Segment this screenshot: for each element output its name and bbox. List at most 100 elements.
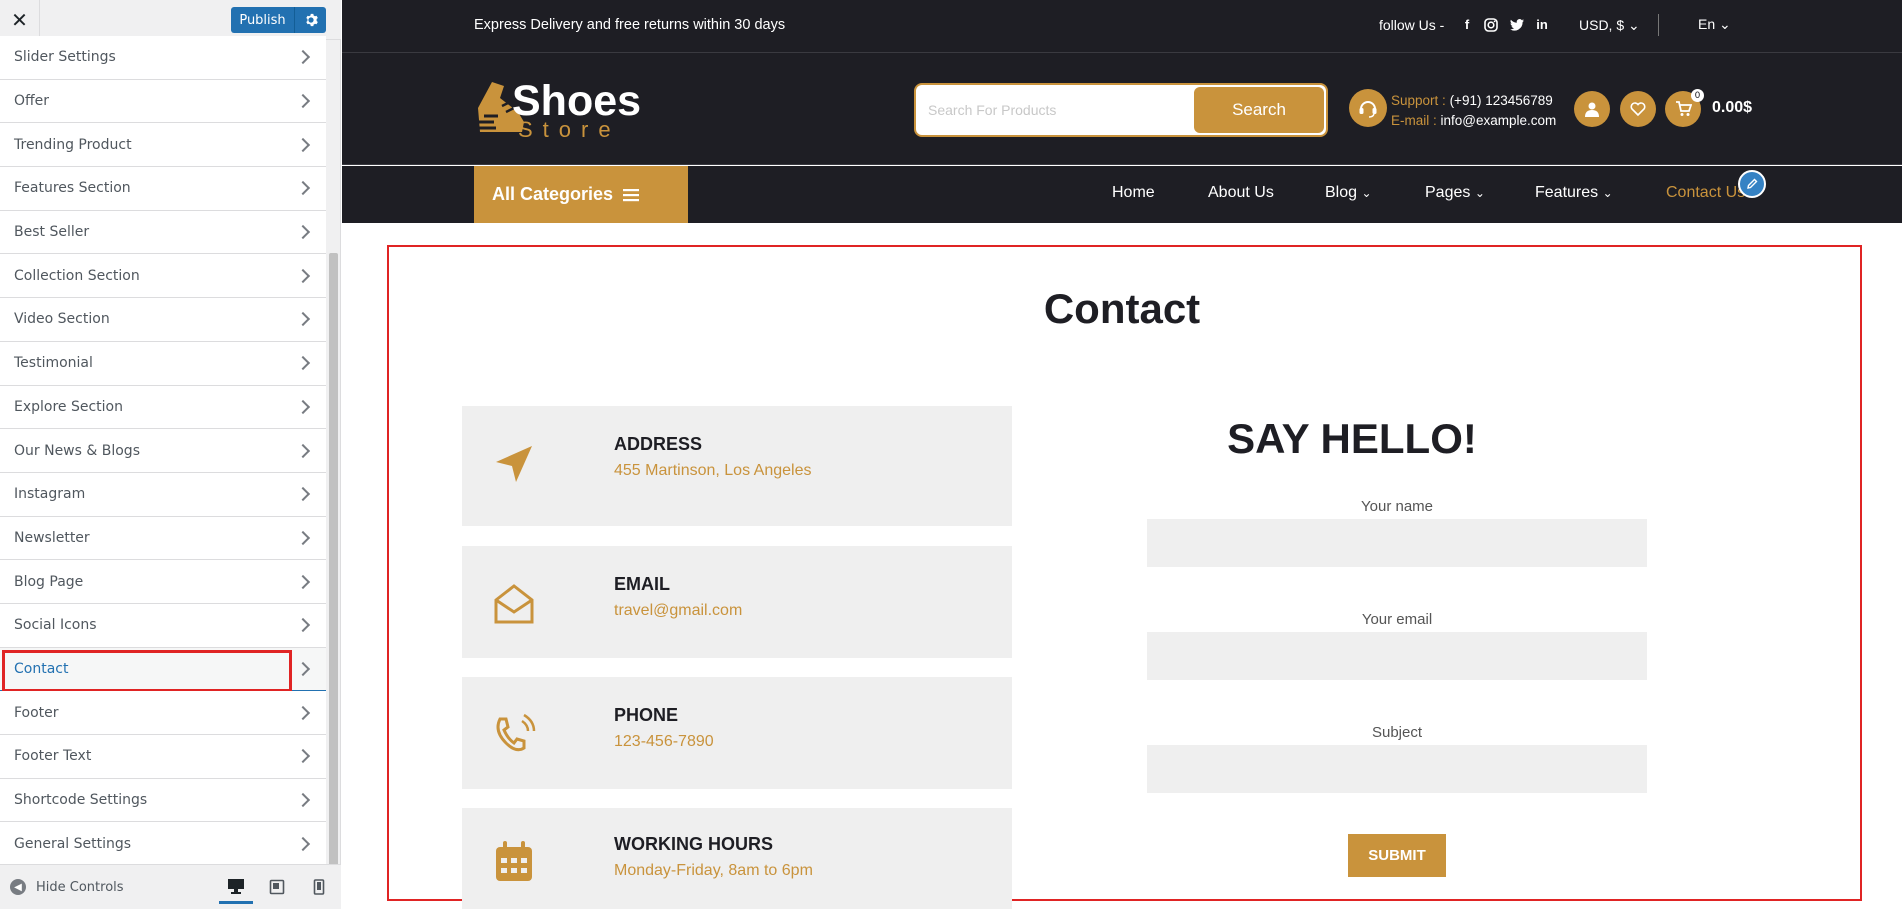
- address-card: ADDRESS 455 Martinson, Los Angeles: [462, 406, 1012, 526]
- section-testimonial[interactable]: Testimonial: [0, 341, 326, 386]
- facebook-icon[interactable]: f: [1459, 17, 1475, 33]
- section-label: Offer: [14, 93, 50, 110]
- chevron-down-icon: ⌄: [1602, 186, 1613, 200]
- section-footer-text[interactable]: Footer Text: [0, 735, 326, 779]
- section-explore[interactable]: Explore Section: [0, 385, 326, 430]
- card-value: 123-456-7890: [614, 733, 714, 750]
- edit-shortcut-button[interactable]: [1738, 170, 1766, 198]
- section-blog-page[interactable]: Blog Page: [0, 560, 326, 604]
- follow-us-label: follow Us -: [1379, 17, 1445, 33]
- card-title: WORKING HOURS: [614, 834, 773, 854]
- section-social-icons[interactable]: Social Icons: [0, 603, 326, 648]
- section-label: Instagram: [14, 486, 86, 503]
- chevron-right-icon: [295, 268, 311, 283]
- device-mobile-button[interactable]: [302, 870, 336, 904]
- hide-controls-button[interactable]: ◀ Hide Controls: [10, 879, 124, 895]
- currency-selector[interactable]: USD, $ ⌄: [1579, 17, 1640, 34]
- support-info: Support : (+91) 123456789 E-mail : info@…: [1391, 91, 1556, 131]
- card-title: EMAIL: [614, 574, 670, 594]
- chevron-right-icon: [295, 530, 311, 545]
- form-heading: SAY HELLO!: [1227, 415, 1477, 462]
- name-label: Your name: [1361, 498, 1433, 515]
- section-offer[interactable]: Offer: [0, 79, 326, 124]
- section-newsletter[interactable]: Newsletter: [0, 516, 326, 561]
- section-label: General Settings: [14, 835, 132, 852]
- language-selector[interactable]: En ⌄: [1698, 16, 1731, 33]
- device-tablet-button[interactable]: [260, 870, 294, 904]
- section-best-seller[interactable]: Best Seller: [0, 210, 326, 255]
- publish-settings-button[interactable]: [295, 7, 326, 33]
- chevron-right-icon: [295, 399, 311, 414]
- card-title: PHONE: [614, 705, 679, 725]
- account-button[interactable]: [1574, 91, 1610, 127]
- section-trending-product[interactable]: Trending Product: [0, 123, 326, 168]
- name-field[interactable]: [1147, 519, 1647, 567]
- desktop-icon: [228, 878, 244, 894]
- scrollbar-thumb[interactable]: [329, 253, 338, 893]
- section-label: Social Icons: [14, 617, 97, 634]
- hamburger-icon: [623, 188, 640, 201]
- nav-features[interactable]: Features ⌄: [1535, 184, 1613, 202]
- nav-about-us[interactable]: About Us: [1208, 184, 1274, 202]
- instagram-icon[interactable]: [1483, 17, 1499, 33]
- envelope-open-icon: [494, 584, 534, 624]
- chevron-right-icon: [295, 225, 311, 240]
- linkedin-icon[interactable]: in: [1534, 17, 1550, 33]
- card-value: travel@gmail.com: [614, 602, 743, 619]
- chevron-right-icon: [295, 836, 311, 851]
- device-desktop-button[interactable]: [219, 870, 253, 904]
- section-label: Explore Section: [14, 398, 123, 415]
- section-contact[interactable]: Contact: [0, 647, 326, 692]
- nav-contact-us[interactable]: Contact Us: [1666, 184, 1745, 202]
- section-collection[interactable]: Collection Section: [0, 254, 326, 299]
- chevron-right-icon: [295, 661, 311, 677]
- chevron-down-icon: ⌄: [1628, 17, 1640, 33]
- nav-label: Features: [1535, 184, 1599, 201]
- section-shortcode-settings[interactable]: Shortcode Settings: [0, 778, 326, 823]
- divider: [1658, 14, 1659, 36]
- site-logo[interactable]: Shoes Store: [474, 78, 641, 143]
- nav-pages[interactable]: Pages ⌄: [1425, 184, 1485, 202]
- section-label: Slider Settings: [14, 49, 116, 66]
- wishlist-button[interactable]: [1620, 91, 1656, 127]
- section-slider-settings[interactable]: Slider Settings: [0, 36, 326, 80]
- user-icon: [1585, 102, 1599, 117]
- twitter-icon[interactable]: [1509, 17, 1525, 33]
- pencil-icon: [1747, 178, 1758, 189]
- sidebar-scrollbar[interactable]: [328, 40, 340, 893]
- section-instagram[interactable]: Instagram: [0, 472, 326, 517]
- submit-button[interactable]: SUBMIT: [1348, 834, 1446, 877]
- section-footer[interactable]: Footer: [0, 691, 326, 735]
- chevron-right-icon: [295, 137, 311, 152]
- section-video[interactable]: Video Section: [0, 298, 326, 342]
- tablet-icon: [269, 879, 285, 895]
- email-label: Your email: [1361, 611, 1433, 628]
- section-label: Footer: [14, 704, 59, 721]
- email-field[interactable]: [1147, 632, 1647, 680]
- chevron-down-icon: ⌄: [1361, 186, 1372, 200]
- customizer-header: ✕ Publish: [0, 0, 341, 40]
- subject-field[interactable]: [1147, 745, 1647, 793]
- heart-icon: [1630, 102, 1646, 117]
- publish-button[interactable]: Publish: [231, 7, 295, 33]
- section-general-settings[interactable]: General Settings: [0, 822, 326, 867]
- search-button[interactable]: Search: [1194, 87, 1324, 133]
- chevron-right-icon: [295, 50, 311, 65]
- section-features[interactable]: Features Section: [0, 167, 326, 211]
- selection-highlight: [2, 649, 292, 692]
- section-label: Our News & Blogs: [14, 442, 140, 459]
- nav-blog[interactable]: Blog ⌄: [1325, 184, 1372, 202]
- email-label: E-mail :: [1391, 113, 1437, 128]
- main-navigation: All Categories Home About Us Blog ⌄ Page…: [342, 166, 1902, 223]
- all-categories-button[interactable]: All Categories: [474, 166, 688, 223]
- nav-home[interactable]: Home: [1112, 184, 1155, 202]
- subject-label: Subject: [1371, 724, 1423, 741]
- nav-label: Pages: [1425, 184, 1471, 201]
- email-card: EMAIL travel@gmail.com: [462, 546, 1012, 658]
- close-customizer-button[interactable]: ✕: [0, 0, 40, 40]
- search-input[interactable]: [928, 97, 1188, 123]
- section-label: Footer Text: [14, 748, 92, 765]
- currency-value: USD, $: [1579, 17, 1625, 33]
- section-news-blogs[interactable]: Our News & Blogs: [0, 429, 326, 473]
- chevron-right-icon: [295, 312, 311, 327]
